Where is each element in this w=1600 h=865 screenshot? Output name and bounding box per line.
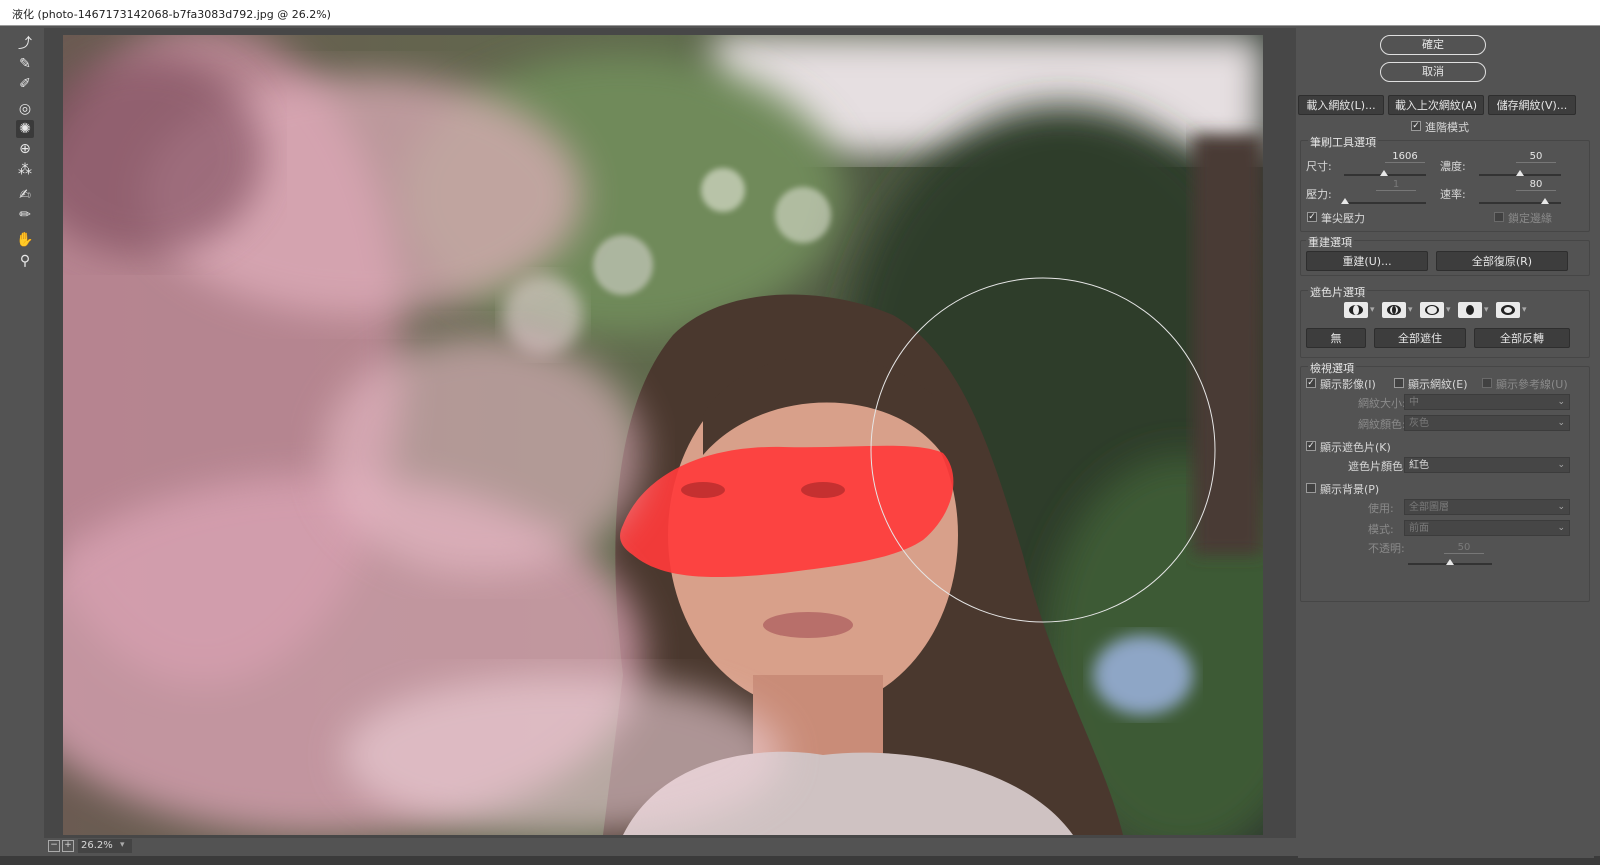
mode-select[interactable]: 前面 ⌄ <box>1404 520 1570 536</box>
intersect-with-selection-mask-icon[interactable] <box>1458 302 1482 318</box>
twirl-tool-icon[interactable]: ◎ <box>16 100 34 118</box>
zoom-tool-icon[interactable]: ⚲ <box>16 252 34 270</box>
density-slider[interactable] <box>1479 170 1561 176</box>
mesh-color-value: 灰色 <box>1409 418 1429 429</box>
use-layer-value: 全部圖層 <box>1409 502 1449 513</box>
opacity-label: 不透明: <box>1368 542 1405 555</box>
chevron-down-icon: ⌄ <box>1557 397 1565 407</box>
zoom-out-button[interactable]: − <box>48 840 60 852</box>
mask-color-value: 紅色 <box>1409 460 1429 471</box>
pressure-value-field[interactable]: 1 <box>1376 179 1416 191</box>
smooth-tool-icon[interactable]: ✐ <box>16 75 34 93</box>
show-image-checkbox[interactable]: ✓ <box>1306 378 1316 388</box>
chevron-down-icon: ⌄ <box>1557 502 1565 512</box>
density-label: 濃度: <box>1440 160 1466 173</box>
invert-all-button[interactable]: 全部反轉 <box>1474 328 1570 348</box>
load-last-mesh-button[interactable]: 載入上次網紋(A) <box>1388 95 1484 115</box>
mode-value: 前面 <box>1409 523 1429 534</box>
chevron-down-icon: ⌄ <box>1557 418 1565 428</box>
stylus-pressure-label: 筆尖壓力 <box>1321 212 1365 225</box>
show-backdrop-checkbox[interactable] <box>1306 483 1316 493</box>
pucker-tool-icon[interactable]: ✺ <box>16 120 34 138</box>
rate-label: 速率: <box>1440 188 1466 201</box>
show-guides-checkbox[interactable] <box>1482 378 1492 388</box>
opacity-value-field[interactable]: 50 <box>1444 542 1484 554</box>
rate-slider-knob[interactable] <box>1541 198 1549 204</box>
ok-button[interactable]: 確定 <box>1380 35 1486 55</box>
opacity-slider[interactable] <box>1408 559 1492 565</box>
zoom-status-bar: − + 26.2% ▾ <box>44 838 1296 856</box>
size-label: 尺寸: <box>1306 160 1332 173</box>
bloat-tool-icon[interactable]: ⊕ <box>16 140 34 158</box>
reconstruct-options-title: 重建選項 <box>1306 234 1354 250</box>
show-backdrop-label: 顯示背景(P) <box>1320 483 1380 496</box>
pressure-label: 壓力: <box>1306 188 1332 201</box>
pressure-slider-knob[interactable] <box>1341 198 1349 204</box>
push-left-tool-icon[interactable]: ⁂ <box>16 161 34 179</box>
tools-panel: ⤴ ✎ ✐ ◎ ✺ ⊕ ⁂ ✍ ✏ ✋ ⚲ <box>6 28 42 838</box>
mask-color-select[interactable]: 紅色 ⌄ <box>1404 457 1570 473</box>
window-title: 液化 (photo-1467173142068-b7fa3083d792.jpg… <box>12 8 331 21</box>
mask-all-button[interactable]: 全部遮住 <box>1374 328 1466 348</box>
density-slider-knob[interactable] <box>1516 170 1524 176</box>
freeze-mask-tool-icon[interactable]: ✍ <box>16 186 34 204</box>
mesh-color-select[interactable]: 灰色 ⌄ <box>1404 415 1570 431</box>
save-mesh-button[interactable]: 儲存網紋(V)... <box>1488 95 1576 115</box>
preview-image[interactable] <box>63 35 1263 835</box>
restore-all-button[interactable]: 全部復原(R) <box>1436 251 1568 271</box>
thaw-mask-tool-icon[interactable]: ✏ <box>16 206 34 224</box>
mode-label: 模式: <box>1368 523 1394 536</box>
rate-value-field[interactable]: 80 <box>1516 179 1556 191</box>
show-guides-label: 顯示參考線(U) <box>1496 378 1568 391</box>
use-layer-select[interactable]: 全部圖層 ⌄ <box>1404 499 1570 515</box>
preview-photo-drawing <box>63 35 1263 835</box>
mask-options-title: 遮色片選項 <box>1308 284 1367 300</box>
zoom-in-button[interactable]: + <box>62 840 74 852</box>
pin-edges-label: 鎖定邊緣 <box>1508 212 1552 225</box>
brush-options-title: 筆刷工具選項 <box>1308 134 1378 150</box>
cancel-button[interactable]: 取消 <box>1380 62 1486 82</box>
size-slider[interactable] <box>1344 170 1426 176</box>
pressure-slider[interactable] <box>1341 198 1426 204</box>
pin-edges-checkbox[interactable] <box>1494 212 1504 222</box>
mesh-size-select[interactable]: 中 ⌄ <box>1404 394 1570 410</box>
advanced-mode-label: 進階模式 <box>1425 121 1469 134</box>
invert-selection-mask-icon[interactable] <box>1496 302 1520 318</box>
reconstruct-button[interactable]: 重建(U)... <box>1306 251 1428 271</box>
subtract-from-selection-mask-icon[interactable] <box>1420 302 1444 318</box>
chevron-down-icon: ⌄ <box>1557 523 1565 533</box>
mesh-size-value: 中 <box>1409 397 1419 408</box>
reconstruct-tool-icon[interactable]: ✎ <box>16 55 34 73</box>
add-to-selection-mask-icon[interactable] <box>1382 302 1406 318</box>
advanced-mode-checkbox[interactable]: ✓ <box>1411 121 1421 131</box>
use-label: 使用: <box>1368 502 1394 515</box>
show-mask-checkbox[interactable]: ✓ <box>1306 441 1316 451</box>
stylus-pressure-checkbox[interactable]: ✓ <box>1307 212 1317 222</box>
load-mesh-button[interactable]: 載入網紋(L)... <box>1298 95 1384 115</box>
mesh-size-label: 網紋大小: <box>1358 397 1406 410</box>
replace-selection-mask-icon[interactable] <box>1344 302 1368 318</box>
hand-tool-icon[interactable]: ✋ <box>16 231 34 249</box>
show-mesh-checkbox[interactable] <box>1394 378 1404 388</box>
size-slider-knob[interactable] <box>1380 170 1388 176</box>
forward-warp-tool-icon[interactable]: ⤴ <box>16 34 34 52</box>
show-mesh-label: 顯示網紋(E) <box>1408 378 1468 391</box>
window-title-bar: 液化 (photo-1467173142068-b7fa3083d792.jpg… <box>0 0 1600 26</box>
liquify-options-panel: 確定 取消 載入網紋(L)... 載入上次網紋(A) 儲存網紋(V)... ✓ … <box>1298 28 1594 858</box>
zoom-dropdown-icon[interactable]: ▾ <box>120 840 125 850</box>
mesh-color-label: 網紋顏色: <box>1358 418 1406 431</box>
view-options-title: 檢視選項 <box>1308 360 1356 376</box>
mask-none-button[interactable]: 無 <box>1306 328 1366 348</box>
chevron-down-icon: ⌄ <box>1557 460 1565 470</box>
show-image-label: 顯示影像(I) <box>1320 378 1376 391</box>
rate-slider[interactable] <box>1479 198 1561 204</box>
density-value-field[interactable]: 50 <box>1516 151 1556 163</box>
size-value-field[interactable]: 1606 <box>1385 151 1425 163</box>
mask-color-label: 遮色片顏色: <box>1348 460 1407 473</box>
show-mask-label: 顯示遮色片(K) <box>1320 441 1391 454</box>
opacity-slider-knob[interactable] <box>1446 559 1454 565</box>
